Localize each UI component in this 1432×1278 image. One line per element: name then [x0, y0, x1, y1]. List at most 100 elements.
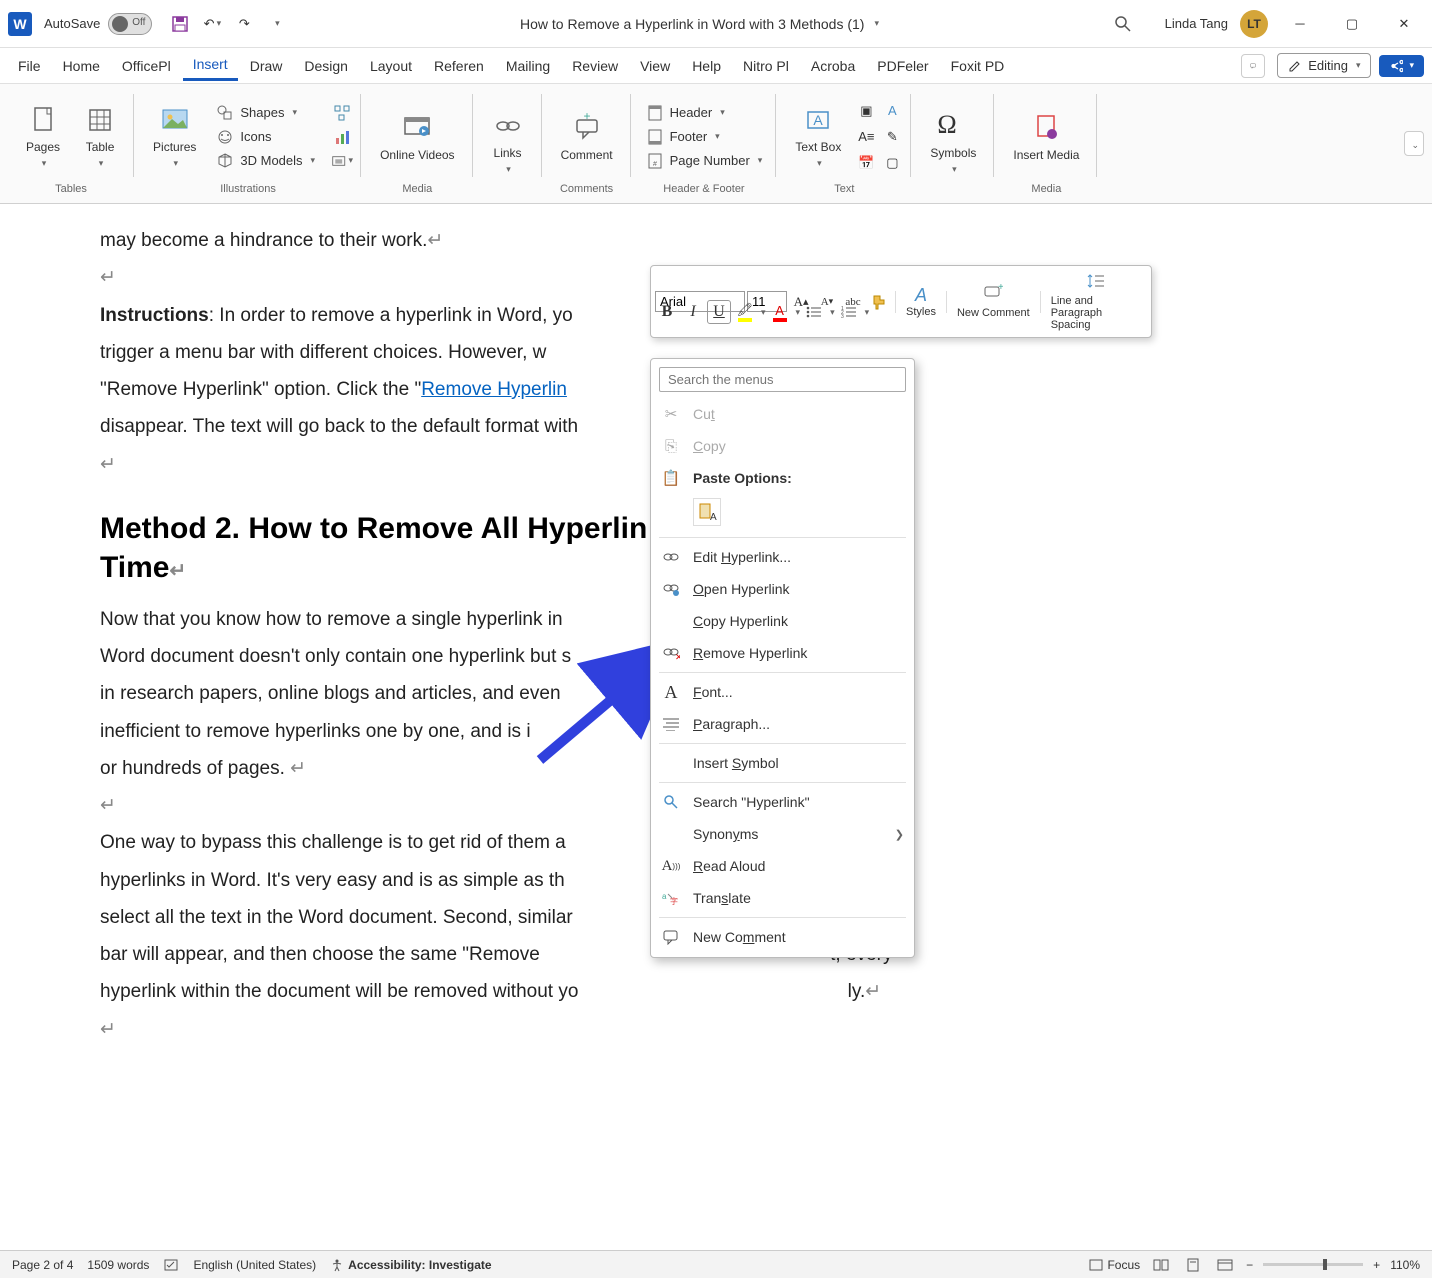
- undo-icon[interactable]: ↶ ▾: [200, 12, 224, 36]
- svg-text:#: #: [653, 161, 657, 168]
- tab-view[interactable]: View: [630, 52, 680, 80]
- tab-draw[interactable]: Draw: [240, 52, 293, 80]
- print-layout-icon[interactable]: [1182, 1256, 1204, 1274]
- tab-mailings[interactable]: Mailing: [496, 52, 560, 80]
- bullets-icon[interactable]: [802, 300, 826, 324]
- comment-button[interactable]: + Comment: [551, 92, 623, 181]
- tab-insert[interactable]: Insert: [183, 50, 238, 81]
- new-comment-button[interactable]: + New Comment: [951, 282, 1036, 321]
- hyperlink[interactable]: Remove Hyperlin: [421, 379, 567, 400]
- user-name[interactable]: Linda Tang: [1165, 16, 1228, 31]
- zoom-level[interactable]: 110%: [1390, 1258, 1420, 1272]
- font-color-icon[interactable]: A: [768, 300, 792, 324]
- search-icon[interactable]: [1111, 12, 1135, 36]
- context-insert-symbol[interactable]: Insert Symbol: [651, 747, 914, 779]
- close-icon[interactable]: ✕: [1384, 9, 1424, 39]
- footer-button[interactable]: Footer▾: [640, 126, 769, 148]
- zoom-slider[interactable]: [1263, 1263, 1363, 1266]
- icons-button[interactable]: Icons: [210, 126, 321, 148]
- tab-file[interactable]: File: [8, 52, 51, 80]
- wordart-icon[interactable]: A: [881, 100, 903, 122]
- header-button[interactable]: Header▾: [640, 102, 769, 124]
- context-search-hyperlink[interactable]: Search "Hyperlink": [651, 786, 914, 818]
- 3d-models-button[interactable]: 3D Models▾: [210, 150, 321, 172]
- table-button[interactable]: Table ▾: [74, 92, 126, 181]
- toggle-switch[interactable]: Off: [108, 13, 152, 35]
- user-avatar[interactable]: LT: [1240, 10, 1268, 38]
- editing-mode-button[interactable]: Editing ▾: [1277, 53, 1371, 78]
- read-mode-icon[interactable]: [1150, 1256, 1172, 1274]
- share-button[interactable]: ▾: [1379, 55, 1424, 77]
- language-indicator[interactable]: English (United States): [193, 1258, 316, 1272]
- word-count[interactable]: 1509 words: [87, 1258, 149, 1272]
- context-read-aloud[interactable]: A))) Read Aloud: [651, 850, 914, 882]
- tab-review[interactable]: Review: [562, 52, 628, 80]
- context-open-hyperlink[interactable]: Open Hyperlink: [651, 573, 914, 605]
- tab-acrobat[interactable]: Acroba: [801, 52, 865, 80]
- tab-help[interactable]: Help: [682, 52, 731, 80]
- styles-button[interactable]: A Styles: [900, 283, 942, 320]
- context-remove-hyperlink[interactable]: ✕ Remove Hyperlink: [651, 637, 914, 669]
- search-menus-input[interactable]: [659, 367, 906, 392]
- save-icon[interactable]: [168, 12, 192, 36]
- pages-button[interactable]: Pages ▾: [16, 92, 70, 181]
- maximize-icon[interactable]: ▢: [1332, 9, 1372, 39]
- spell-check-icon[interactable]: [163, 1258, 179, 1272]
- context-font[interactable]: A Font...: [651, 676, 914, 708]
- accessibility-indicator[interactable]: Accessibility: Investigate: [330, 1258, 491, 1272]
- page-number-button[interactable]: #Page Number▾: [640, 150, 769, 172]
- online-videos-button[interactable]: Online Videos: [370, 92, 465, 181]
- smartart-icon[interactable]: [331, 102, 353, 124]
- minimize-icon[interactable]: ─: [1280, 9, 1320, 39]
- context-paragraph[interactable]: Paragraph...: [651, 708, 914, 740]
- redo-icon[interactable]: ↷: [232, 12, 256, 36]
- tab-references[interactable]: Referen: [424, 52, 494, 80]
- context-new-comment[interactable]: New Comment: [651, 921, 914, 953]
- screenshot-icon[interactable]: ▾: [331, 150, 353, 172]
- comments-icon[interactable]: [1241, 54, 1265, 78]
- web-layout-icon[interactable]: [1214, 1256, 1236, 1274]
- context-edit-hyperlink[interactable]: Edit Hyperlink...: [651, 541, 914, 573]
- symbols-button[interactable]: Ω Symbols ▾: [920, 92, 986, 193]
- zoom-out-button[interactable]: −: [1246, 1258, 1253, 1272]
- date-time-icon[interactable]: 📅: [855, 152, 877, 174]
- shapes-button[interactable]: Shapes▾: [210, 102, 321, 124]
- qat-customize-icon[interactable]: ▾: [264, 12, 288, 36]
- page-indicator[interactable]: Page 2 of 4: [12, 1258, 73, 1272]
- chart-icon[interactable]: [331, 126, 353, 148]
- links-button[interactable]: Links ▾: [482, 92, 534, 193]
- context-translate[interactable]: a字 Translate: [651, 882, 914, 914]
- underline-icon[interactable]: U: [707, 300, 731, 324]
- format-painter-icon[interactable]: [867, 290, 891, 314]
- line-spacing-button[interactable]: Line and Paragraph Spacing: [1045, 270, 1147, 333]
- text-box-button[interactable]: A Text Box ▾: [785, 92, 851, 181]
- italic-icon[interactable]: I: [681, 300, 705, 324]
- tab-home[interactable]: Home: [53, 52, 110, 80]
- tab-officepl[interactable]: OfficePl: [112, 52, 181, 80]
- bold-icon[interactable]: B: [655, 300, 679, 324]
- signature-icon[interactable]: ✎: [881, 126, 903, 148]
- pictures-button[interactable]: Pictures ▾: [143, 92, 206, 181]
- tab-foxit[interactable]: Foxit PD: [941, 52, 1015, 80]
- expand-ribbon-icon[interactable]: ⌄: [1404, 131, 1424, 156]
- tab-design[interactable]: Design: [294, 52, 358, 80]
- autosave-toggle[interactable]: AutoSave Off: [44, 13, 152, 35]
- title-chevron-icon[interactable]: ▾: [874, 18, 879, 29]
- context-copy-hyperlink[interactable]: Copy Hyperlink: [651, 605, 914, 637]
- quick-parts-icon[interactable]: ▣: [855, 100, 877, 122]
- paste-keep-source-icon[interactable]: A: [693, 498, 721, 526]
- context-synonyms[interactable]: Synonyms ❯: [651, 818, 914, 850]
- ribbon-group-tables: Pages ▾ Table ▾ Tables: [8, 88, 135, 199]
- tab-nitro[interactable]: Nitro Pl: [733, 52, 799, 80]
- numbering-icon[interactable]: 123: [837, 300, 861, 324]
- object-icon[interactable]: ▢: [881, 152, 903, 174]
- tab-layout[interactable]: Layout: [360, 52, 422, 80]
- highlight-icon[interactable]: 🖍: [733, 300, 757, 324]
- document-title[interactable]: How to Remove a Hyperlink in Word with 3…: [520, 16, 864, 32]
- drop-cap-icon[interactable]: A≡: [855, 126, 877, 148]
- zoom-in-button[interactable]: +: [1373, 1258, 1380, 1272]
- scissors-icon: ✂: [661, 404, 681, 424]
- focus-mode-button[interactable]: Focus: [1089, 1258, 1140, 1272]
- tab-pdfeler[interactable]: PDFeler: [867, 52, 938, 80]
- insert-media-button[interactable]: Insert Media: [1003, 92, 1089, 181]
